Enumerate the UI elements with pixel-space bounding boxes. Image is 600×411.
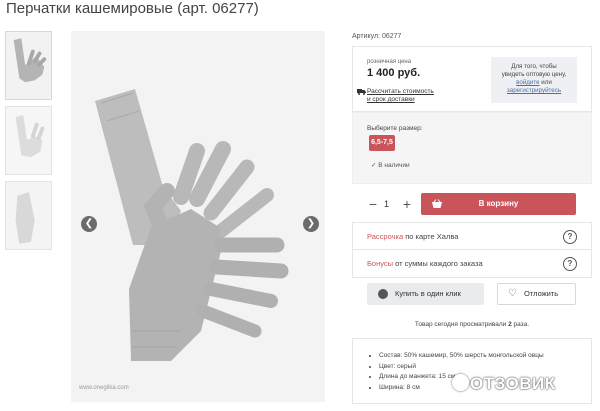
stock-text: В наличии (378, 162, 410, 169)
check-icon: ✓ (371, 162, 377, 169)
quantity-value[interactable]: 1 (384, 192, 389, 216)
wholesale-or: или (539, 79, 552, 86)
question-icon[interactable]: ? (563, 230, 577, 244)
promo-bonus-text: от суммы каждого заказа (393, 259, 483, 268)
promo-bonus-accent: Бонусы (367, 259, 394, 268)
thumbnail-3[interactable] (5, 181, 52, 250)
question-icon[interactable]: ? (563, 257, 577, 271)
arrow-right-icon[interactable]: ❯ (303, 216, 319, 232)
heart-icon: ♡ (508, 288, 517, 299)
quantity-minus-button[interactable]: − (366, 192, 380, 216)
truck-icon (357, 89, 366, 95)
arrow-left-icon[interactable]: ❮ (81, 216, 97, 232)
promo-installment-accent: Рассрочка (367, 232, 404, 241)
cursor-circle-icon (378, 289, 388, 299)
price-box: розничная цена 1 400 руб. Рассчитать сто… (352, 46, 592, 112)
otzovik-watermark: ОТЗОВИК (452, 374, 556, 400)
price-label: розничная цена (367, 59, 412, 65)
calc-link-line1: Рассчитать стоимость (367, 88, 434, 95)
spec-item: Состав: 50% кашемир, 50% шерсть монгольс… (379, 351, 591, 362)
wholesale-notice: Для того, чтобы увидеть оптовую цену, во… (491, 57, 577, 103)
stock-status: ✓ В наличии (371, 161, 410, 169)
page-title: Перчатки кашемировые (арт. 06277) (6, 0, 259, 17)
main-product-photo: ❮ ❯ www.oneglika.com (71, 31, 325, 402)
glove-thumbnail-image (6, 32, 51, 99)
promo-installment[interactable]: Рассрочка по карте Халва ? (352, 222, 592, 250)
glove-thumbnail-image (6, 107, 51, 174)
buy-one-click-button[interactable]: Купить в один клик (367, 283, 484, 305)
wholesale-line2: увидеть оптовую цену, (501, 71, 567, 78)
defer-button[interactable]: ♡ Отложить (497, 283, 576, 305)
add-to-cart-button[interactable]: В корзину (421, 193, 576, 215)
wholesale-line1: Для того, чтобы (511, 63, 557, 70)
promo-installment-text: по карте Халва (403, 232, 459, 241)
add-to-cart-label: В корзину (478, 199, 519, 208)
glove-photo-image (71, 31, 325, 402)
views-suffix: раза. (511, 321, 530, 328)
otzovik-text: ОТЗОВИК (470, 374, 556, 393)
calc-link-line2: и срок доставки (367, 96, 415, 103)
defer-label: Отложить (524, 289, 559, 298)
thumbnail-list (5, 31, 53, 256)
thumbnail-2[interactable] (5, 106, 52, 175)
register-link[interactable]: зарегистрируйтесь (507, 87, 561, 94)
thumbnail-1[interactable] (5, 31, 52, 100)
oneclick-label: Купить в один клик (395, 289, 461, 298)
promo-bonus[interactable]: Бонусы от суммы каждого заказа ? (352, 250, 592, 278)
price-value: 1 400 руб. (367, 67, 421, 79)
glove-thumbnail-image (6, 182, 51, 249)
quantity-stepper: − 1 + (352, 192, 416, 216)
otzovik-logo-icon (452, 374, 469, 391)
login-link[interactable]: войдите (516, 79, 539, 86)
views-today: Товар сегодня просматривали 2 раза. (352, 321, 592, 328)
views-prefix: Товар сегодня просматривали (414, 321, 509, 328)
sku-label: Артикул: 06277 (352, 33, 402, 40)
spec-item: Цвет: серый (379, 362, 591, 373)
photo-watermark: www.oneglika.com (79, 385, 129, 391)
quantity-plus-button[interactable]: + (400, 192, 414, 216)
delivery-calc-link[interactable]: Рассчитать стоимость и срок доставки (357, 88, 434, 104)
basket-icon (432, 199, 442, 208)
size-selector: Выберите размер: 6,5-7,5 ✓ В наличии (352, 112, 592, 184)
size-option-selected[interactable]: 6,5-7,5 (369, 135, 395, 151)
size-label: Выберите размер: (367, 125, 423, 132)
